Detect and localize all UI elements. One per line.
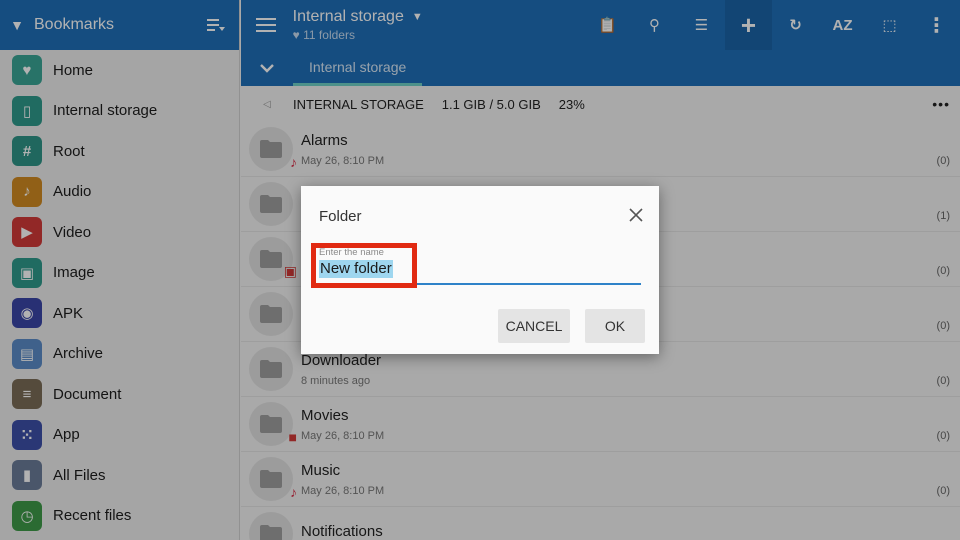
highlight-box <box>311 243 417 288</box>
cancel-button[interactable]: CANCEL <box>498 309 570 343</box>
new-folder-dialog: Folder Enter the name New folder CANCEL … <box>301 186 659 354</box>
dialog-title: Folder <box>319 208 362 225</box>
close-icon[interactable] <box>629 208 643 222</box>
ok-button[interactable]: OK <box>585 309 645 343</box>
